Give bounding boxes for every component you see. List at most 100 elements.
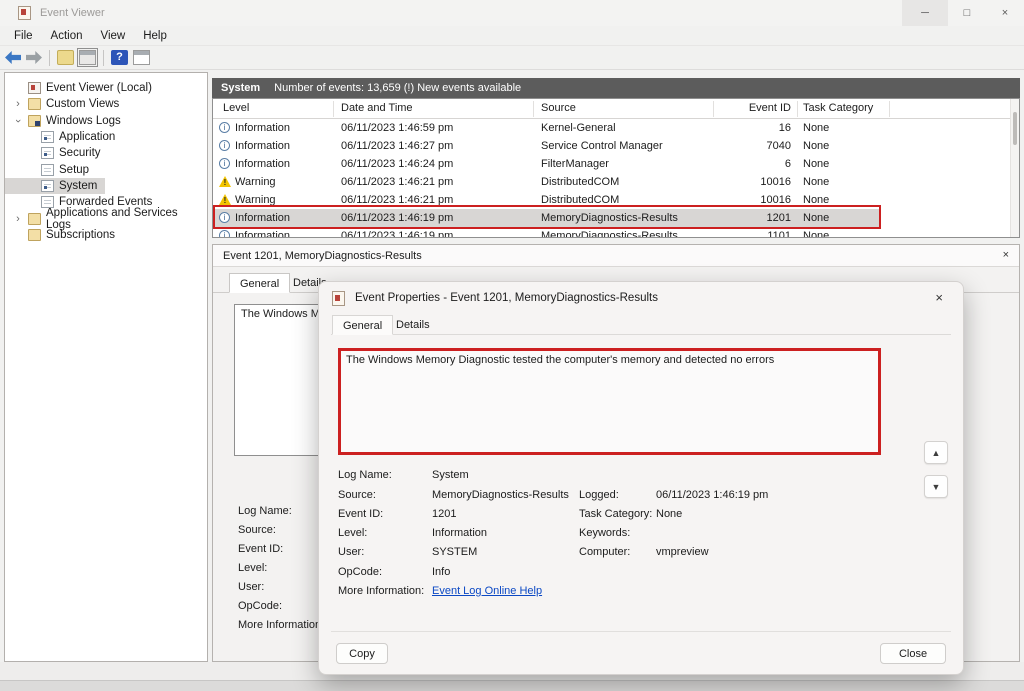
folder-icon [28,213,41,225]
field-label: Event ID: [338,508,383,520]
window-bottom-edge [0,680,1024,691]
event-viewer-icon [28,82,41,94]
information-icon: i [219,230,230,238]
event-row[interactable]: i Information 06/11/2023 1:46:27 pm Serv… [213,137,1019,155]
event-row[interactable]: i Information 06/11/2023 1:46:59 pm Kern… [213,119,1019,137]
show-properties-icon[interactable] [79,50,96,65]
menu-item-action[interactable]: Action [43,28,93,44]
subscriptions-icon [28,229,41,241]
chevron-right-icon[interactable]: › [13,214,23,224]
icon-lines [44,200,51,206]
tree-item-subscriptions[interactable]: › Subscriptions [5,227,123,243]
close-dialog-button[interactable]: Close [880,643,946,664]
cell-source: DistributedCOM [541,176,619,188]
preview-close-icon[interactable]: × [1003,249,1009,261]
tree-item-security[interactable]: Security [5,145,109,161]
previous-event-button[interactable]: ▲ [924,441,948,464]
tree-item-label: Application [59,131,115,143]
tree-item-applications-services-logs[interactable]: › Applications and Services Logs [5,210,207,226]
cell-event-id: 10016 [718,176,791,188]
tree-item-setup[interactable]: Setup [5,161,97,177]
column-header-task-category[interactable]: Task Category [803,102,873,114]
tree-item-label: Setup [59,164,89,176]
folder-icon [28,115,41,127]
cell-date: 06/11/2023 1:46:19 pm [341,230,453,238]
warning-icon: ! [219,194,231,205]
preview-tab-general[interactable]: General [229,273,290,293]
field-value: MemoryDiagnostics-Results [432,489,569,501]
table-scrollbar[interactable] [1010,99,1019,237]
log-summary: Number of events: 13,659 (!) New events … [274,82,521,94]
menu-bar: File Action View Help [0,26,1024,46]
copy-button[interactable]: Copy [336,643,388,664]
tree-item-custom-views[interactable]: › Custom Views [5,96,127,112]
event-log-online-help-link[interactable]: Event Log Online Help [432,585,542,597]
dialog-tab-general[interactable]: General [332,315,393,335]
forward-icon[interactable] [26,51,42,64]
preview-field-label: Level: [238,562,267,574]
log-name: System [221,82,260,94]
menu-item-view[interactable]: View [93,28,136,44]
cell-level: Warning [235,176,276,188]
tree-item-label: Event Viewer (Local) [46,82,152,94]
field-label: Source: [338,489,376,501]
field-value: vmpreview [656,546,709,558]
minimize-button[interactable]: ─ [902,0,948,26]
cell-level: Information [235,122,290,134]
back-icon[interactable] [5,51,21,64]
next-event-button[interactable]: ▼ [924,475,948,498]
table-header: Level Date and Time Source Event ID Task… [213,99,1019,119]
tree-item-label: System [59,180,97,192]
event-description-box: The Windows Memory Diagnostic tested the… [338,348,881,455]
panel-icon-header [134,51,149,55]
help-icon[interactable]: ? [111,50,128,65]
column-header-level[interactable]: Level [223,102,249,114]
cell-date: 06/11/2023 1:46:27 pm [341,140,453,152]
information-icon: i [219,122,230,133]
tree-item-label: Applications and Services Logs [46,207,199,231]
preview-field-label: Log Name: [238,505,292,517]
tab-divider [331,334,951,335]
chevron-right-icon[interactable]: › [13,99,23,109]
annotation-box-selected-row [213,205,881,229]
column-header-source[interactable]: Source [541,102,576,114]
preview-pane-icon[interactable] [133,50,150,65]
field-label: Logged: [579,489,619,501]
cell-event-id: 7040 [718,140,791,152]
icon-accent [44,137,47,140]
event-viewer-app-icon [18,6,31,20]
preview-field-label: OpCode: [238,600,282,612]
field-value: 06/11/2023 1:46:19 pm [656,489,768,501]
column-header-date[interactable]: Date and Time [341,102,413,114]
tree-item-event-viewer-local[interactable]: › Event Viewer (Local) [5,80,160,96]
tree-item-windows-logs[interactable]: › Windows Logs [5,113,129,129]
event-properties-dialog: Event Properties - Event 1201, MemoryDia… [318,281,964,675]
column-header-event-id[interactable]: Event ID [718,102,791,114]
dialog-close-icon[interactable]: × [935,290,943,305]
preview-field-label: More Information [238,619,321,631]
tree-item-system[interactable]: System [5,178,105,194]
tree-item-application[interactable]: Application [5,129,123,145]
menu-item-help[interactable]: Help [135,28,177,44]
log-icon [41,147,54,159]
close-button[interactable]: × [986,0,1024,26]
field-label: Keywords: [579,527,630,539]
chevron-down-icon[interactable]: › [13,116,23,126]
cell-event-id: 6 [718,158,791,170]
scrollbar-thumb[interactable] [1013,112,1017,145]
console-tree: › Event Viewer (Local) › Custom Views › … [4,72,208,662]
tree-item-label: Subscriptions [46,229,115,241]
maximize-button[interactable]: □ [948,0,986,26]
column-divider [889,101,890,117]
cell-date: 06/11/2023 1:46:59 pm [341,122,453,134]
event-row[interactable]: ! Warning 06/11/2023 1:46:21 pm Distribu… [213,173,1019,191]
toolbar-divider [103,50,104,66]
field-value: System [432,469,469,481]
export-icon[interactable] [57,50,74,65]
event-row[interactable]: i Information 06/11/2023 1:46:24 pm Filt… [213,155,1019,173]
field-value: None [656,508,682,520]
dialog-tab-details[interactable]: Details [386,315,440,335]
menu-item-file[interactable]: File [6,28,43,44]
field-label: Level: [338,527,367,539]
cell-source: MemoryDiagnostics-Results [541,230,678,238]
